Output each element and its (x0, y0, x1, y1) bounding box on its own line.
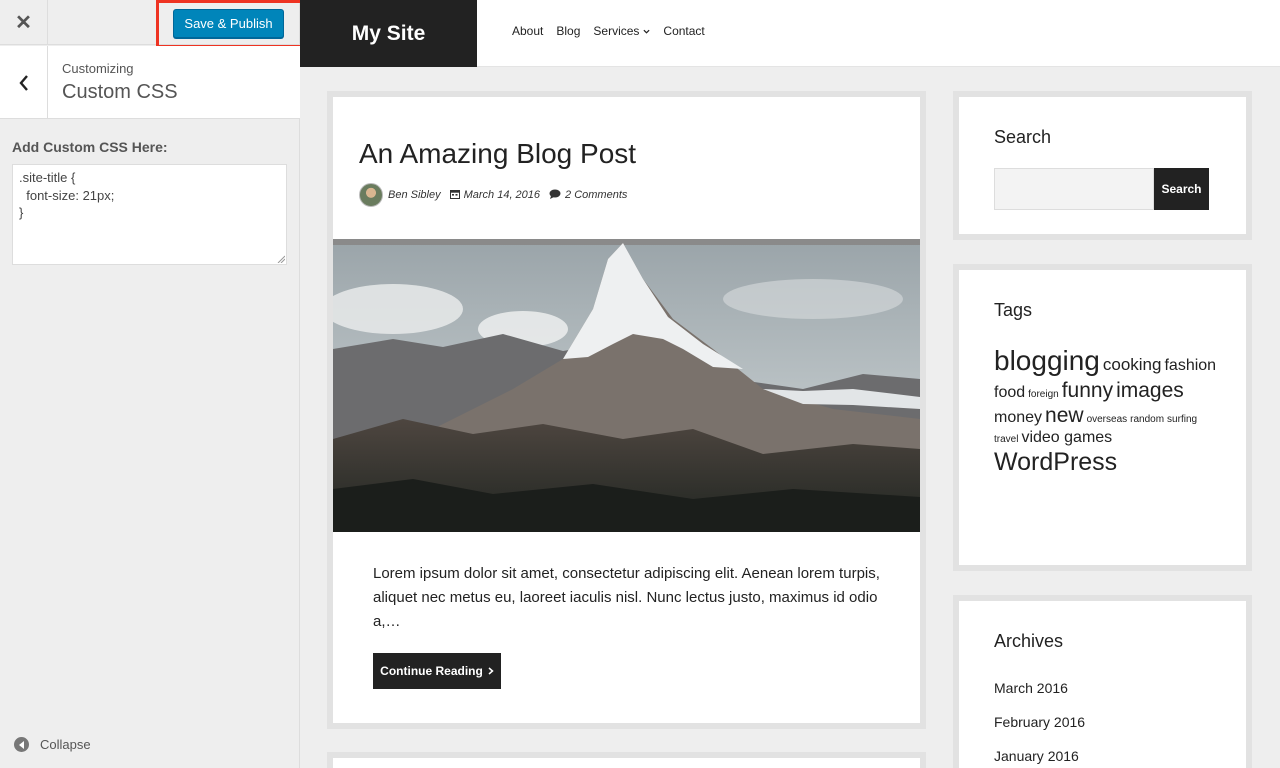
archive-link[interactable]: February 2016 (994, 714, 1085, 748)
customizer-header: ✕ Save & Publish (0, 0, 303, 48)
custom-css-textarea[interactable] (12, 164, 287, 265)
continue-reading-button[interactable]: Continue Reading (373, 653, 501, 689)
archive-list: March 2016 February 2016 January 2016 (994, 680, 1085, 768)
continue-reading-label: Continue Reading (380, 664, 483, 678)
custom-css-label: Add Custom CSS Here: (12, 139, 168, 155)
site-title: My Site (351, 21, 426, 45)
nav-label: Services (593, 24, 640, 38)
chevron-down-icon (643, 29, 650, 34)
back-button[interactable] (0, 46, 48, 119)
nav-label: About (512, 24, 544, 38)
widget-title: Tags (994, 300, 1033, 320)
tag-link[interactable]: new (1045, 403, 1084, 428)
tag-link[interactable]: travel (994, 434, 1018, 446)
tag-link[interactable]: blogging (994, 344, 1100, 378)
tag-link[interactable]: WordPress (994, 447, 1117, 477)
post-excerpt: Lorem ipsum dolor sit amet, consectetur … (373, 565, 880, 630)
collapse-arrow-icon (14, 737, 29, 752)
nav-label: Contact (663, 24, 705, 38)
post-comments-link[interactable]: 2 Comments (565, 189, 627, 201)
section-header: Customizing Custom CSS (0, 46, 300, 119)
post-author[interactable]: Ben Sibley (388, 189, 441, 201)
tag-link[interactable]: funny (1062, 378, 1113, 403)
next-post-card (327, 752, 926, 768)
nav-item-services[interactable]: Services (593, 24, 650, 38)
archives-widget: Archives March 2016 February 2016 Januar… (953, 595, 1252, 768)
nav-item-contact[interactable]: Contact (663, 24, 704, 38)
calendar-icon (449, 189, 460, 202)
tag-link[interactable]: video games (1021, 428, 1112, 447)
customizing-label: Customizing (62, 61, 134, 76)
tag-link[interactable]: images (1116, 378, 1184, 403)
comment-icon (549, 189, 561, 202)
tags-widget: Tags blogging cooking fashion food foreign fu… (953, 264, 1252, 571)
close-customizer-button[interactable]: ✕ (0, 0, 48, 45)
customizer-sidebar: ✕ Save & Publish Customizing Custom CSS … (0, 0, 303, 768)
tag-link[interactable]: money (994, 408, 1042, 427)
search-widget: Search Search (953, 91, 1252, 240)
post-title[interactable]: An Amazing Blog Post (359, 138, 636, 170)
tag-cloud: blogging cooking fashion food foreign funny im… (994, 344, 1224, 477)
site-preview: My Site About Blog Services Contact An A… (300, 0, 1280, 768)
search-input[interactable] (994, 168, 1154, 210)
collapse-button[interactable]: Collapse (14, 737, 91, 752)
post-card: An Amazing Blog Post Ben Sibley March 14… (327, 91, 926, 729)
archive-link[interactable]: March 2016 (994, 680, 1085, 714)
widget-title: Search (994, 127, 1052, 147)
site-header: My Site About Blog Services Contact (300, 0, 1280, 67)
tag-link[interactable]: overseas (1087, 414, 1128, 426)
tag-link[interactable]: random (1130, 414, 1164, 426)
nav-label: Blog (556, 24, 581, 38)
nav-item-blog[interactable]: Blog (556, 24, 580, 38)
chevron-right-icon (488, 667, 494, 675)
post-meta: Ben Sibley March 14, 2016 2 Comments (359, 183, 627, 207)
primary-nav: About Blog Services Contact (512, 24, 718, 38)
post-date[interactable]: March 14, 2016 (464, 189, 540, 201)
site-title-box[interactable]: My Site (300, 0, 477, 67)
search-button[interactable]: Search (1154, 168, 1209, 210)
section-title: Custom CSS (62, 81, 178, 103)
tag-link[interactable]: cooking (1103, 355, 1162, 375)
tag-link[interactable]: fashion (1164, 356, 1216, 375)
avatar (359, 183, 383, 207)
tag-link[interactable]: surfing (1167, 414, 1197, 426)
post-featured-image[interactable] (333, 239, 920, 532)
close-icon: ✕ (15, 12, 32, 34)
chevron-left-icon (18, 74, 28, 91)
archive-link[interactable]: January 2016 (994, 748, 1085, 768)
resize-handle-icon[interactable] (277, 255, 285, 263)
tag-link[interactable]: food (994, 383, 1025, 402)
nav-item-about[interactable]: About (512, 24, 543, 38)
collapse-label: Collapse (40, 737, 91, 752)
tag-link[interactable]: foreign (1028, 389, 1059, 401)
widget-title: Archives (994, 631, 1064, 651)
save-publish-button[interactable]: Save & Publish (173, 9, 284, 38)
